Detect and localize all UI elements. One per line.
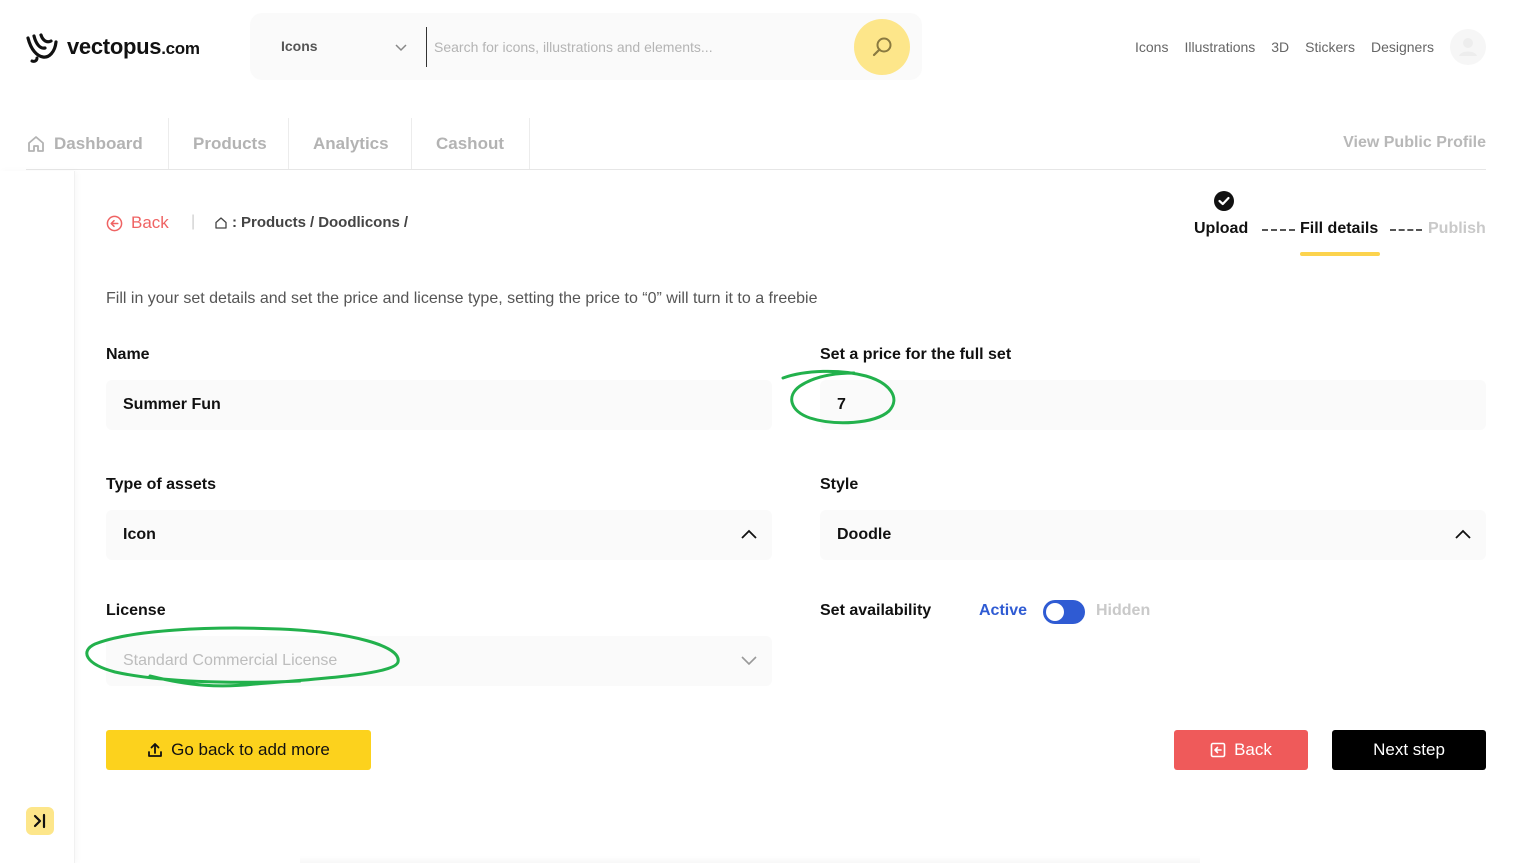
expand-sidebar-button[interactable]	[26, 807, 54, 835]
tab-label: Dashboard	[54, 133, 143, 153]
tab-divider	[411, 118, 412, 169]
footer-shadow	[300, 856, 1200, 863]
search-icon	[872, 37, 892, 57]
tab-analytics[interactable]: Analytics	[313, 118, 389, 169]
top-navigation: Icons Illustrations 3D Stickers Designer…	[1135, 37, 1434, 57]
style-select[interactable]: Doodle	[820, 510, 1486, 560]
go-back-add-more-button[interactable]: Go back to add more	[106, 730, 371, 770]
breadcrumb-sep: /	[310, 214, 315, 231]
collapse-right-icon	[33, 813, 46, 829]
back-button[interactable]: Back	[1174, 730, 1308, 770]
type-of-assets-label: Type of assets	[106, 476, 216, 493]
tab-divider	[168, 118, 169, 169]
style-value: Doodle	[837, 526, 892, 543]
upload-icon	[148, 743, 163, 757]
nav-link-designers[interactable]: Designers	[1371, 37, 1434, 57]
name-label: Name	[106, 346, 150, 363]
search-divider	[426, 27, 427, 67]
tab-cashout[interactable]: Cashout	[436, 118, 504, 169]
button-label: Go back to add more	[171, 740, 330, 759]
chevron-up-icon	[1455, 529, 1471, 539]
dashboard-tabs: Dashboard Products Analytics Cashout Vie…	[26, 118, 1486, 170]
price-value: 7	[837, 396, 846, 413]
tab-label: Cashout	[436, 133, 504, 153]
breadcrumb-sep: /	[403, 214, 409, 231]
user-avatar[interactable]	[1450, 29, 1486, 65]
next-step-button[interactable]: Next step	[1332, 730, 1486, 770]
left-sidebar	[0, 171, 75, 863]
type-of-assets-select[interactable]: Icon	[106, 510, 772, 560]
license-value: Standard Commercial License	[123, 652, 338, 669]
price-input[interactable]: 7	[820, 380, 1486, 430]
active-step-indicator	[1300, 252, 1380, 256]
search-category-select[interactable]: Icons	[281, 38, 318, 54]
button-label: Next step	[1373, 740, 1445, 759]
nav-link-illustrations[interactable]: Illustrations	[1184, 37, 1255, 57]
back-link[interactable]: Back	[106, 213, 169, 233]
button-label: Back	[1234, 740, 1272, 759]
name-value: Summer Fun	[123, 396, 221, 413]
exit-left-icon	[1210, 742, 1226, 758]
tab-divider	[529, 118, 530, 169]
name-input[interactable]: Summer Fun	[106, 380, 772, 430]
nav-link-icons[interactable]: Icons	[1135, 37, 1168, 57]
nav-link-3d[interactable]: 3D	[1271, 37, 1289, 57]
type-of-assets-value: Icon	[123, 526, 156, 543]
style-label: Style	[820, 476, 859, 493]
divider: |	[191, 213, 196, 230]
breadcrumb: : Products / Doodlicons /	[214, 214, 408, 231]
brand-name: vectopus.com	[67, 34, 200, 59]
price-label: Set a price for the full set	[820, 346, 1012, 363]
search-button[interactable]	[854, 19, 910, 75]
availability-label: Set availability	[820, 602, 932, 619]
brand-logo[interactable]: vectopus.com	[25, 30, 200, 64]
nav-link-stickers[interactable]: Stickers	[1305, 37, 1355, 57]
tab-label: Products	[193, 133, 267, 153]
license-select[interactable]: Standard Commercial License	[106, 636, 772, 686]
breadcrumb-doodlicons[interactable]: Doodlicons	[318, 214, 400, 231]
chevron-up-icon	[741, 529, 757, 539]
search-bar: Icons	[250, 13, 922, 80]
breadcrumb-colon: :	[232, 214, 237, 231]
step-upload: Upload	[1194, 220, 1249, 237]
step-publish: Publish	[1428, 220, 1486, 237]
search-input[interactable]	[434, 33, 854, 61]
form-instructions: Fill in your set details and set the pri…	[106, 290, 818, 307]
toggle-knob	[1046, 603, 1064, 621]
step-connector	[1262, 229, 1295, 231]
tab-dashboard[interactable]: Dashboard	[26, 118, 143, 169]
availability-active-label[interactable]: Active	[979, 602, 1027, 620]
step-connector	[1390, 229, 1422, 231]
step-fill-details: Fill details	[1300, 220, 1379, 237]
chevron-down-icon	[741, 656, 757, 666]
progress-stepper: Upload Fill details Publish	[1190, 190, 1486, 260]
back-link-label: Back	[131, 213, 169, 232]
arrow-left-circle-icon	[106, 215, 123, 231]
home-icon	[28, 135, 44, 152]
availability-hidden-label[interactable]: Hidden	[1096, 602, 1150, 620]
chevron-down-icon[interactable]	[394, 40, 408, 54]
license-label: License	[106, 602, 166, 619]
tab-divider	[288, 118, 289, 169]
check-circle-icon	[1214, 191, 1234, 211]
tab-label: Analytics	[313, 133, 389, 153]
view-public-profile-link[interactable]: View Public Profile	[1343, 134, 1486, 152]
breadcrumb-products[interactable]: Products	[241, 214, 306, 231]
tab-products[interactable]: Products	[193, 118, 267, 169]
octopus-logo-icon	[26, 33, 58, 63]
home-icon[interactable]	[214, 216, 228, 230]
user-icon	[1459, 38, 1477, 56]
top-header: vectopus.com Icons Icons Illustrations 3…	[0, 0, 1523, 92]
availability-toggle[interactable]	[1043, 600, 1085, 624]
